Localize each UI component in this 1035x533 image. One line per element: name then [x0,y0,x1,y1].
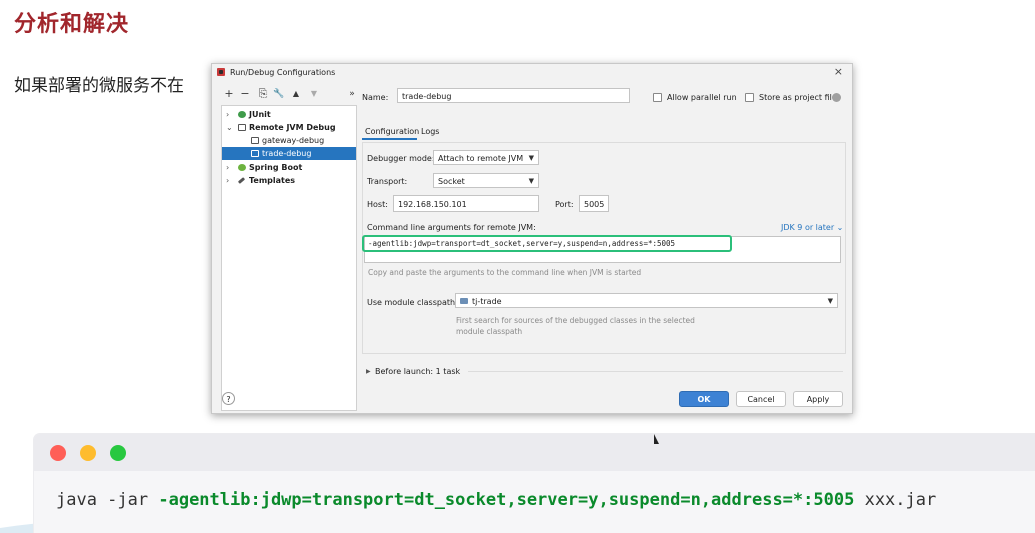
port-input[interactable]: 5005 [579,195,609,212]
host-input[interactable]: 192.168.150.101 [393,195,539,212]
terminal-titlebar [34,434,1035,471]
active-tab-indicator [362,138,417,140]
store-as-project-checkbox[interactable] [745,93,754,102]
tree-item-trade-debug[interactable]: trade-debug [222,147,356,160]
chevron-right-icon[interactable]: › [226,108,229,121]
dialog-titlebar: Run/Debug Configurations × [212,64,852,82]
wrench-icon[interactable]: 🔧 [272,87,286,101]
add-icon[interactable]: + [222,87,236,101]
move-down-icon[interactable]: ▼ [307,87,321,101]
module-classpath-label: Use module classpath: [367,298,458,307]
tree-item-junit[interactable]: › JUnit [222,108,356,121]
chevron-down-icon: ▼ [528,154,534,162]
close-dot-icon [50,445,66,461]
tree-item-remote-jvm-debug[interactable]: ⌄ Remote JVM Debug [222,121,356,134]
module-icon [460,298,468,304]
tree-item-spring-boot[interactable]: › Spring Boot [222,161,356,174]
allow-parallel-checkbox[interactable] [653,93,662,102]
tab-logs[interactable]: Logs [421,127,439,136]
remove-icon[interactable]: − [238,87,252,101]
move-up-icon[interactable]: ▲ [289,87,303,101]
wrench-icon [237,177,246,184]
chevron-right-icon[interactable]: › [226,161,229,174]
cancel-button[interactable]: Cancel [736,391,786,407]
tree-item-label: Spring Boot [249,163,303,172]
command-agent-args: -agentlib:jdwp=transport=dt_socket,serve… [158,490,855,510]
remote-debug-icon [251,150,259,157]
debugger-mode-value: Attach to remote JVM [438,154,524,163]
configuration-tree: › JUnit ⌄ Remote JVM Debug gateway-debug… [221,105,357,411]
command-suffix: xxx.jar [854,490,937,510]
remote-debug-icon [251,137,259,144]
module-classpath-value: tj-trade [472,297,502,306]
chevron-right-icon[interactable]: › [226,174,229,187]
tree-item-templates[interactable]: › Templates [222,174,356,187]
debugger-mode-dropdown[interactable]: Attach to remote JVM ▼ [433,150,539,165]
command-prefix: java -jar [56,490,159,510]
chevron-down-icon: ▼ [528,177,534,185]
store-as-project-label: Store as project file [759,93,837,102]
host-label: Host: [367,200,388,209]
tree-item-label: Remote JVM Debug [249,123,336,132]
transport-dropdown[interactable]: Socket ▼ [433,173,539,188]
remote-debug-icon [238,124,246,131]
intellij-app-icon [217,68,225,76]
mouse-cursor-icon [654,434,664,444]
tree-item-label: gateway-debug [262,136,325,145]
copy-icon[interactable]: ⎘ [256,87,270,101]
name-label: Name: [362,93,389,102]
triangle-right-icon[interactable]: ▶ [366,368,371,375]
name-input[interactable]: trade-debug [397,88,630,103]
transport-label: Transport: [367,177,408,186]
tree-item-label: Templates [249,176,296,185]
chevron-down-icon[interactable]: ⌄ [226,121,233,134]
module-hint-line-2: module classpath [456,327,523,336]
module-classpath-dropdown[interactable]: tj-trade ▼ [455,293,838,308]
tab-configuration[interactable]: Configuration [365,127,419,136]
ok-button[interactable]: OK [679,391,729,407]
allow-parallel-label: Allow parallel run [667,93,737,102]
command-line-highlight [362,235,732,252]
transport-value: Socket [438,177,465,186]
help-button[interactable]: ? [222,392,235,405]
expand-icon[interactable]: » [345,87,359,101]
tree-item-label: trade-debug [262,149,312,158]
before-launch-label[interactable]: Before launch: 1 task [375,367,460,376]
maximize-dot-icon [110,445,126,461]
run-debug-configurations-dialog: Run/Debug Configurations × + − ⎘ 🔧 ▲ ▼ »… [211,63,853,414]
minimize-dot-icon [80,445,96,461]
tree-item-label: JUnit [249,110,271,119]
apply-button[interactable]: Apply [793,391,843,407]
tree-item-gateway-debug[interactable]: gateway-debug [222,134,356,147]
terminal-card: java -jar -agentlib:jdwp=transport=dt_so… [34,434,1035,533]
junit-icon [238,111,246,118]
jdk-version-link[interactable]: JDK 9 or later ⌄ [781,223,843,232]
close-icon[interactable]: × [834,65,843,78]
spring-boot-icon [238,164,246,171]
debugger-mode-label: Debugger mode: [367,154,435,163]
dialog-title: Run/Debug Configurations [230,68,336,77]
port-label: Port: [555,200,574,209]
chevron-down-icon: ▼ [827,297,833,305]
terminal-command: java -jar -agentlib:jdwp=transport=dt_so… [56,490,936,510]
command-line-hint: Copy and paste the arguments to the comm… [368,268,642,277]
slide-title: 分析和解决 [14,12,130,37]
slide-subtitle: 如果部署的微服务不在 [14,76,184,96]
before-launch-separator [468,371,843,372]
command-line-label: Command line arguments for remote JVM: [367,223,536,232]
module-hint-line-1: First search for sources of the debugged… [456,316,695,325]
gear-icon[interactable] [832,93,841,102]
